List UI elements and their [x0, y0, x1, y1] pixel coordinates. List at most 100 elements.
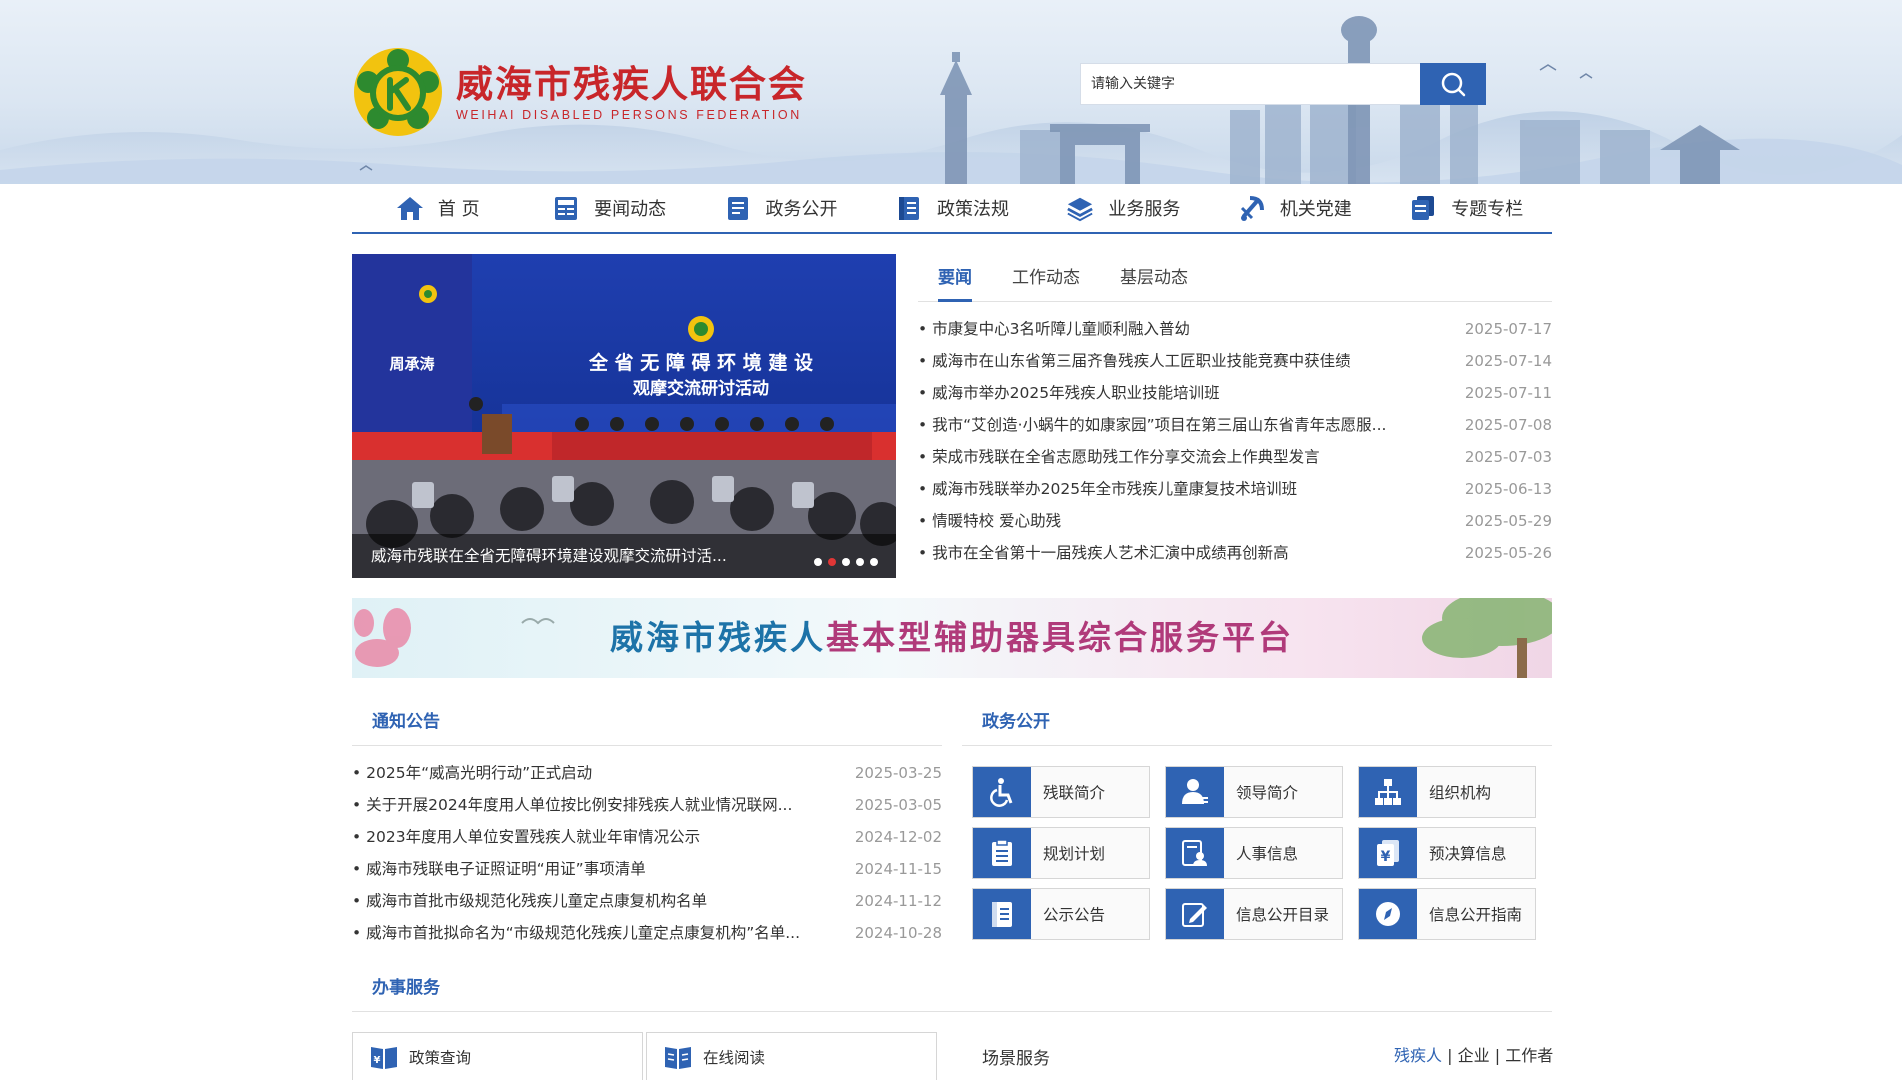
- news-icon: [552, 194, 580, 222]
- federation-emblem-icon: [354, 48, 442, 136]
- carousel-caption[interactable]: 威海市残联在全省无障碍环境建设观摩交流研讨活...: [352, 534, 896, 578]
- notice-title[interactable]: 2025年“威高光明行动”正式启动: [352, 757, 832, 789]
- nav-services[interactable]: 业务服务: [1038, 184, 1209, 232]
- news-date: 2025-07-17: [1464, 320, 1552, 338]
- list-item[interactable]: 威海市残联电子证照证明“用证”事项清单 2024-11-15: [352, 853, 942, 885]
- carousel-slide-image: 全 省 无 障 碍 环 境 建 设 观摩交流研讨活动 周承涛: [352, 254, 896, 578]
- list-item[interactable]: 市康复中心3名听障儿童顺利融入普幼 2025-07-17: [918, 313, 1552, 345]
- clipboard-icon: [973, 828, 1031, 878]
- list-item[interactable]: 2023年度用人单位安置残疾人就业年审情况公示 2024-12-02: [352, 821, 942, 853]
- news-title[interactable]: 我市在全省第十一届残疾人艺术汇演中成绩再创新高: [918, 537, 1418, 569]
- notice-date: 2024-11-12: [854, 892, 942, 910]
- tab-grassroots[interactable]: 基层动态: [1100, 254, 1208, 301]
- scene-link-disabled-persons[interactable]: 残疾人: [1394, 1046, 1442, 1065]
- gov-item-announcements[interactable]: 公示公告: [972, 888, 1150, 940]
- notices-title[interactable]: 通知公告: [372, 698, 440, 746]
- notice-title[interactable]: 2023年度用人单位安置残疾人就业年审情况公示: [352, 821, 832, 853]
- list-item[interactable]: 威海市首批拟命名为“市级规范化残疾儿童定点康复机构”名单... 2024-10-2…: [352, 917, 942, 949]
- search-button[interactable]: [1420, 63, 1486, 105]
- services-header: 办事服务: [352, 964, 1552, 1012]
- compass-icon: [1359, 889, 1417, 939]
- tab-headlines[interactable]: 要闻: [918, 254, 992, 302]
- news-carousel[interactable]: 全 省 无 障 碍 环 境 建 设 观摩交流研讨活动 周承涛 威海市残联在全省无…: [352, 254, 896, 578]
- carousel-dot[interactable]: [814, 558, 822, 566]
- gov-item-disclosure-guide[interactable]: 信息公开指南: [1358, 888, 1536, 940]
- nav-home[interactable]: 首 页: [352, 184, 523, 232]
- news-date: 2025-07-14: [1464, 352, 1552, 370]
- wheelchair-icon: [973, 767, 1031, 817]
- scene-services-title: 场景服务: [982, 1049, 1050, 1069]
- personnel-icon: [1166, 828, 1224, 878]
- nav-label: 专题专栏: [1451, 199, 1524, 220]
- home-icon: [396, 194, 424, 222]
- carousel-dot[interactable]: [870, 558, 878, 566]
- gov-item-label: 人事信息: [1236, 845, 1299, 863]
- search-input[interactable]: [1081, 64, 1405, 104]
- svg-text:¥: ¥: [1381, 849, 1391, 865]
- nav-label: 政务公开: [765, 199, 838, 220]
- news-title[interactable]: 我市“艾创造·小蜗牛的如康家园”项目在第三届山东省青年志愿服...: [918, 409, 1418, 441]
- news-title[interactable]: 情暖特校 爱心助残: [918, 505, 1418, 537]
- site-logo[interactable]: 威海市残疾人联合会 WEIHAI DISABLED PERSONS FEDERA…: [352, 44, 807, 140]
- gov-item-federation-intro[interactable]: 残联简介: [972, 766, 1150, 818]
- tab-work-updates[interactable]: 工作动态: [992, 254, 1100, 301]
- list-item[interactable]: 威海市首批市级规范化残疾儿童定点康复机构名单 2024-11-12: [352, 885, 942, 917]
- list-item[interactable]: 情暖特校 爱心助残 2025-05-29: [918, 505, 1552, 537]
- gov-item-label: 残联简介: [1043, 784, 1106, 802]
- carousel-dot[interactable]: [856, 558, 864, 566]
- gov-item-budget[interactable]: ¥ 预决算信息: [1358, 827, 1536, 879]
- notices-list: 2025年“威高光明行动”正式启动 2025-03-25 关于开展2024年度用人…: [352, 757, 942, 949]
- carousel-dot[interactable]: [842, 558, 850, 566]
- banner-title-part2: 基本型辅助器具综合服务平台: [826, 618, 1294, 657]
- list-item[interactable]: 我市在全省第十一届残疾人艺术汇演中成绩再创新高 2025-05-26: [918, 537, 1552, 569]
- list-item[interactable]: 威海市举办2025年残疾人职业技能培训班 2025-07-11: [918, 377, 1552, 409]
- nav-policy[interactable]: 政策法规: [866, 184, 1037, 232]
- nav-gov-affairs[interactable]: 政务公开: [695, 184, 866, 232]
- gov-item-leaders[interactable]: 领导简介: [1165, 766, 1343, 818]
- news-tabs: 要闻 工作动态 基层动态: [918, 254, 1552, 302]
- gov-item-organization[interactable]: 组织机构: [1358, 766, 1536, 818]
- news-date: 2025-05-29: [1464, 512, 1552, 530]
- nav-special[interactable]: 专题专栏: [1381, 184, 1552, 232]
- nav-party[interactable]: 机关党建: [1209, 184, 1380, 232]
- nav-label: 机关党建: [1279, 199, 1352, 220]
- leader-icon: [1166, 767, 1224, 817]
- org-chart-icon: [1359, 767, 1417, 817]
- notice-title[interactable]: 关于开展2024年度用人单位按比例安排残疾人就业情况联网...: [352, 789, 832, 821]
- list-item[interactable]: 威海市残联举办2025年全市残疾儿童康复技术培训班 2025-06-13: [918, 473, 1552, 505]
- news-title[interactable]: 威海市在山东省第三届齐鲁残疾人工匠职业技能竞赛中获佳绩: [918, 345, 1418, 377]
- separator: |: [1494, 1046, 1501, 1065]
- services-title[interactable]: 办事服务: [372, 964, 440, 1012]
- news-title[interactable]: 威海市残联举办2025年全市残疾儿童康复技术培训班: [918, 473, 1418, 505]
- assistive-devices-banner[interactable]: 威海市残疾人基本型辅助器具综合服务平台: [352, 598, 1552, 678]
- list-item[interactable]: 威海市在山东省第三届齐鲁残疾人工匠职业技能竞赛中获佳绩 2025-07-14: [918, 345, 1552, 377]
- gov-item-planning[interactable]: 规划计划: [972, 827, 1150, 879]
- site-subtitle: WEIHAI DISABLED PERSONS FEDERATION: [456, 108, 802, 122]
- policy-query-button[interactable]: ¥ 政策查询: [352, 1032, 643, 1080]
- notice-title[interactable]: 威海市首批拟命名为“市级规范化残疾儿童定点康复机构”名单...: [352, 917, 832, 949]
- gov-title[interactable]: 政务公开: [982, 698, 1050, 746]
- list-item[interactable]: 荣成市残联在全省志愿助残工作分享交流会上作典型发言 2025-07-03: [918, 441, 1552, 473]
- slide-speaker-name: 周承涛: [389, 355, 434, 373]
- notices-header: 通知公告: [352, 698, 942, 746]
- gov-item-label: 信息公开目录: [1236, 906, 1330, 924]
- gov-item-label: 领导简介: [1236, 784, 1299, 802]
- site-title: 威海市残疾人联合会: [456, 62, 807, 106]
- list-item[interactable]: 2025年“威高光明行动”正式启动 2025-03-25: [352, 757, 942, 789]
- gov-item-label: 预决算信息: [1429, 845, 1507, 863]
- news-title[interactable]: 荣成市残联在全省志愿助残工作分享交流会上作典型发言: [918, 441, 1418, 473]
- list-item[interactable]: 我市“艾创造·小蜗牛的如康家园”项目在第三届山东省青年志愿服... 2025-07…: [918, 409, 1552, 441]
- news-title[interactable]: 市康复中心3名听障儿童顺利融入普幼: [918, 313, 1418, 345]
- gov-item-disclosure-catalog[interactable]: 信息公开目录: [1165, 888, 1343, 940]
- carousel-dot[interactable]: [828, 558, 836, 566]
- gov-item-personnel[interactable]: 人事信息: [1165, 827, 1343, 879]
- notice-title[interactable]: 威海市首批市级规范化残疾儿童定点康复机构名单: [352, 885, 832, 917]
- scene-link-enterprise[interactable]: 企业: [1458, 1046, 1490, 1065]
- news-title[interactable]: 威海市举办2025年残疾人职业技能培训班: [918, 377, 1418, 409]
- online-reading-button[interactable]: 在线阅读: [646, 1032, 937, 1080]
- list-item[interactable]: 关于开展2024年度用人单位按比例安排残疾人就业情况联网... 2025-03-0…: [352, 789, 942, 821]
- notice-title[interactable]: 威海市残联电子证照证明“用证”事项清单: [352, 853, 832, 885]
- notice-date: 2025-03-25: [854, 764, 942, 782]
- nav-news[interactable]: 要闻动态: [523, 184, 694, 232]
- scene-link-workers[interactable]: 工作者: [1505, 1046, 1553, 1065]
